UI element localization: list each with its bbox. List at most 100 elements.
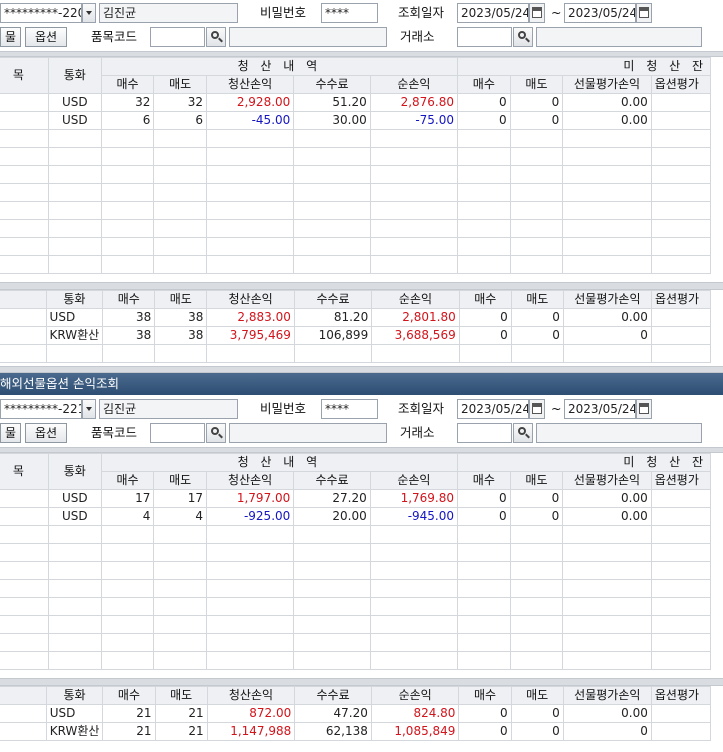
table-row[interactable]: USD 4 4 -925.00 20.00 -945.00 0 0 0.00 [0,507,712,526]
col-header-fee: 수수료 [293,75,371,94]
cell-open-buy: 0 [458,704,512,723]
table-row[interactable]: USD 6 6 -45.00 30.00 -75.00 0 0 0.00 [0,111,712,130]
col-header-sell: 매도 [154,290,208,309]
exchange-input-2[interactable] [457,423,512,443]
cell-open-sell: 0 [509,111,564,130]
cell-settled-pl: 3,795,469 [206,326,295,345]
cell-currency: USD [47,507,102,526]
cell-open-buy: 0 [457,489,511,508]
col-header-buy: 매수 [102,290,156,309]
date-to-field-1[interactable]: 2023/05/24 [564,3,636,23]
col-header-fee: 수수료 [293,290,373,309]
calendar-icon[interactable] [529,3,545,23]
empty-row [0,201,712,220]
empty-row [0,219,712,238]
password-label-2: 비밀번호 [260,401,307,416]
item-code-input-1[interactable] [150,27,205,47]
col-header-open-buy: 매수 [458,686,512,705]
search-icon[interactable] [206,27,226,47]
cell-settled-pl: 1,147,988 [206,722,296,741]
calendar-icon[interactable] [636,399,652,419]
cell-open-buy: 0 [457,93,511,112]
cell-buy: 38 [102,308,156,327]
table-row[interactable]: KRW환산 38 38 3,795,469 106,899 3,688,569 … [0,326,712,345]
col-header-fee: 수수료 [293,471,371,490]
options-button-2[interactable]: 옵션 [25,423,67,443]
date-from-field-2[interactable]: 2023/05/24 [457,399,529,419]
table-row[interactable]: USD 21 21 872.00 47.20 824.80 0 0 0.00 [0,704,712,723]
date-to-field-2[interactable]: 2023/05/24 [564,399,636,419]
chevron-down-icon[interactable] [82,3,96,23]
date-from-field-1[interactable]: 2023/05/24 [457,3,529,23]
col-header-fee: 수수료 [294,686,372,705]
password-field-1[interactable]: **** [321,3,378,23]
col-header-open-sell: 매도 [510,290,564,309]
cell-open-buy: 0 [457,111,511,130]
filter-bar-1: *********-220 김진균 비밀번호 **** 조회일자 2023/05… [0,0,723,50]
date-label-1: 조회일자 [398,5,445,20]
futures-button-2[interactable]: 물 [0,423,21,443]
group-header-open: 미 청 산 잔 [457,453,711,472]
cell-net-pl: -75.00 [369,111,459,130]
cell-buy: 21 [102,722,156,741]
options-button-1[interactable]: 옵션 [25,27,67,47]
col-header-sell: 매도 [153,471,207,490]
table-row[interactable]: USD 17 17 1,797.00 27.20 1,769.80 0 0 0.… [0,489,712,508]
cell-futures-eval: 0.00 [562,489,652,508]
col-header-open-buy: 매수 [457,471,511,490]
calendar-icon[interactable] [529,399,545,419]
cell-sell: 6 [153,111,207,130]
account-name-1: 김진균 [99,3,238,23]
cell-open-sell: 0 [510,326,564,345]
table-row[interactable]: USD 38 38 2,883.00 81.20 2,801.80 0 0 0.… [0,308,712,327]
window-title-bar-2: 해외선물옵션 손익조회 [0,373,723,395]
table-row[interactable]: USD 32 32 2,928.00 51.20 2,876.80 0 0 0.… [0,93,712,112]
table-header-row: 매수 매도 청산손익 수수료 순손익 매수 매도 선물평가손익 옵션평가 [0,75,712,94]
col-header-futures-eval: 선물평가손익 [562,290,652,309]
date-label-2: 조회일자 [398,401,445,416]
futures-button-1[interactable]: 물 [0,27,21,47]
col-header-net-pl: 순손익 [371,290,460,309]
cell-fee: 62,138 [294,722,372,741]
empty-row [0,237,712,256]
calendar-icon[interactable] [636,3,652,23]
cell-currency: USD [45,308,104,327]
divider [0,282,723,290]
item-code-input-2[interactable] [150,423,205,443]
cell-futures-eval: 0.00 [562,704,652,723]
account-select-1[interactable]: *********-220 [0,3,82,23]
cell-net-pl: 1,085,849 [370,722,460,741]
empty-row [0,633,712,652]
cell-settled-pl: -45.00 [205,111,295,130]
cell-net-pl: 1,769.80 [369,489,459,508]
table-header-row: 통화 매수 매도 청산손익 수수료 순손익 매수 매도 선물평가손익 옵션평가 [0,686,712,705]
cell-futures-eval: 0.00 [562,111,652,130]
table-header-row: 통화 매수 매도 청산손익 수수료 순손익 매수 매도 선물평가손익 옵션평가 [0,290,712,309]
account-name-2: 김진균 [99,399,238,419]
search-icon[interactable] [206,423,226,443]
cell-futures-eval: 0.00 [562,308,652,327]
account-select-2[interactable]: *********-221 [0,399,82,419]
cell-sell: 32 [153,93,207,112]
cell-net-pl: 2,801.80 [371,308,460,327]
table-header-row: 목 통화 청 산 내 역 미 청 산 잔 [0,57,711,94]
col-header-options-eval: 옵션평가 [650,686,712,705]
table-row[interactable]: KRW환산 21 21 1,147,988 62,138 1,085,849 0… [0,722,712,741]
divider [0,366,723,373]
cell-settled-pl: 1,797.00 [205,489,295,508]
empty-row [0,579,712,598]
cell-sell: 21 [154,704,208,723]
col-header-open-sell: 매도 [509,75,564,94]
col-header-open-buy: 매수 [457,75,511,94]
col-header-open-sell: 매도 [509,471,564,490]
chevron-down-icon[interactable] [82,399,96,419]
search-icon[interactable] [513,423,533,443]
col-header-currency: 통화 [45,290,104,309]
password-field-2[interactable]: **** [321,399,378,419]
cell-open-buy: 0 [458,326,512,345]
cell-currency: USD [47,489,102,508]
item-name-display-2 [229,423,387,443]
search-icon[interactable] [513,27,533,47]
col-header-net-pl: 순손익 [369,471,459,490]
exchange-input-1[interactable] [457,27,512,47]
